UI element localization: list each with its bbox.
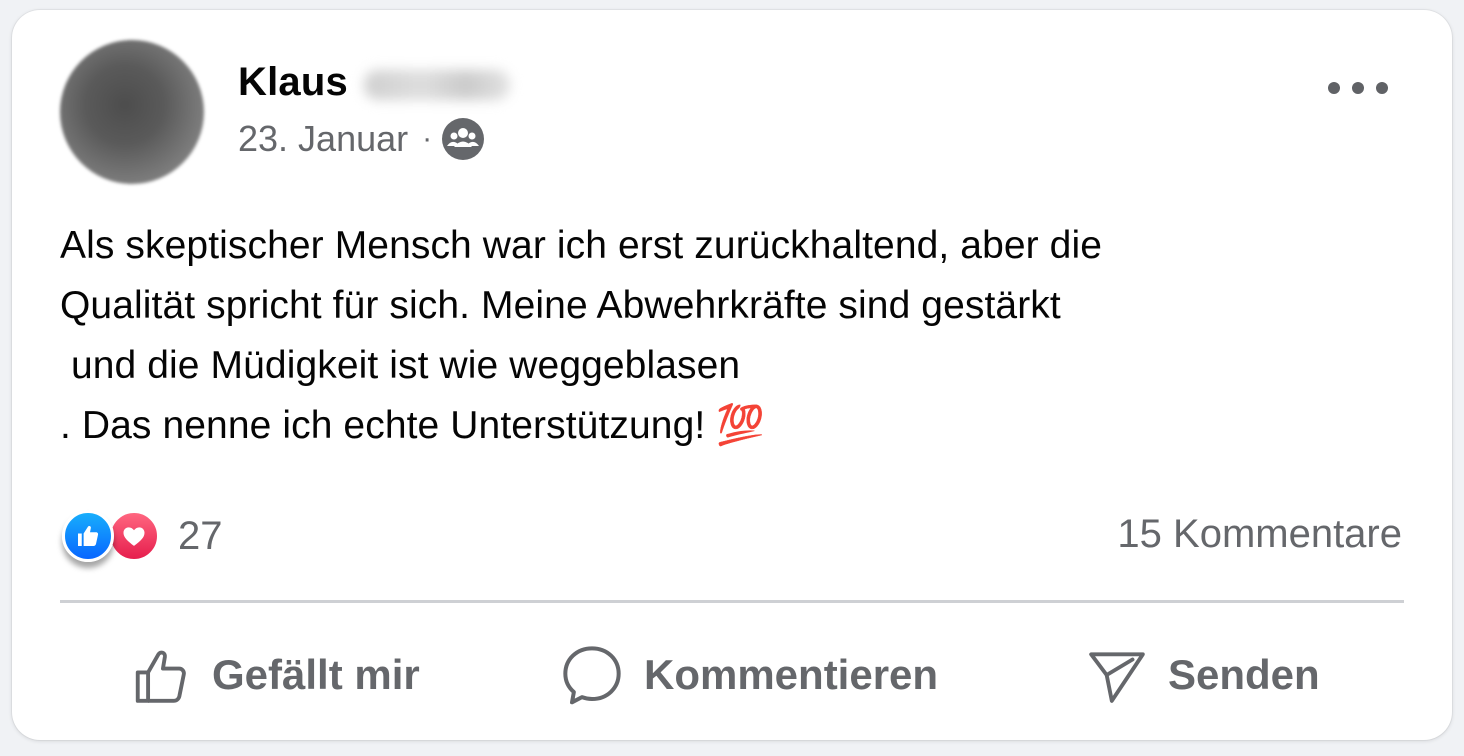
like-button-label: Gefällt mir [212, 651, 420, 698]
post-card: Klaus 23. Januar · Als skeptischer Mensc… [12, 10, 1452, 740]
author-row: Klaus [238, 60, 510, 105]
send-button[interactable]: Senden [1086, 632, 1320, 718]
avatar[interactable] [60, 40, 204, 184]
like-reaction-icon [62, 510, 114, 562]
more-dot-icon [1352, 82, 1364, 94]
comment-button-label: Kommentieren [644, 651, 939, 698]
meta-separator: · [422, 122, 433, 155]
post-meta: 23. Januar · [238, 118, 485, 160]
more-options-button[interactable] [1328, 70, 1388, 106]
comment-bubble-icon [563, 646, 621, 705]
like-button[interactable]: Gefällt mir [130, 632, 420, 718]
group-icon [442, 118, 485, 160]
redacted-last-name [363, 69, 510, 100]
comments-count-link[interactable]: 15 Kommentare [1117, 512, 1402, 557]
divider [60, 600, 1404, 603]
more-dot-icon [1376, 82, 1388, 94]
more-dot-icon [1328, 82, 1340, 94]
love-reaction-icon [108, 510, 160, 562]
thumbs-up-icon [135, 650, 186, 703]
comment-button[interactable]: Kommentieren [560, 632, 938, 718]
author-name[interactable]: Klaus [238, 60, 348, 105]
send-button-label: Senden [1168, 651, 1320, 698]
post-date[interactable]: 23. Januar [238, 118, 408, 160]
reactions-summary[interactable]: 27 [62, 510, 223, 562]
post-body: Als skeptischer Mensch war ich erst zurü… [60, 224, 1103, 447]
send-icon [1089, 652, 1145, 703]
action-bar: Gefällt mir Kommentieren Senden [60, 632, 1404, 718]
reaction-count: 27 [178, 513, 223, 558]
